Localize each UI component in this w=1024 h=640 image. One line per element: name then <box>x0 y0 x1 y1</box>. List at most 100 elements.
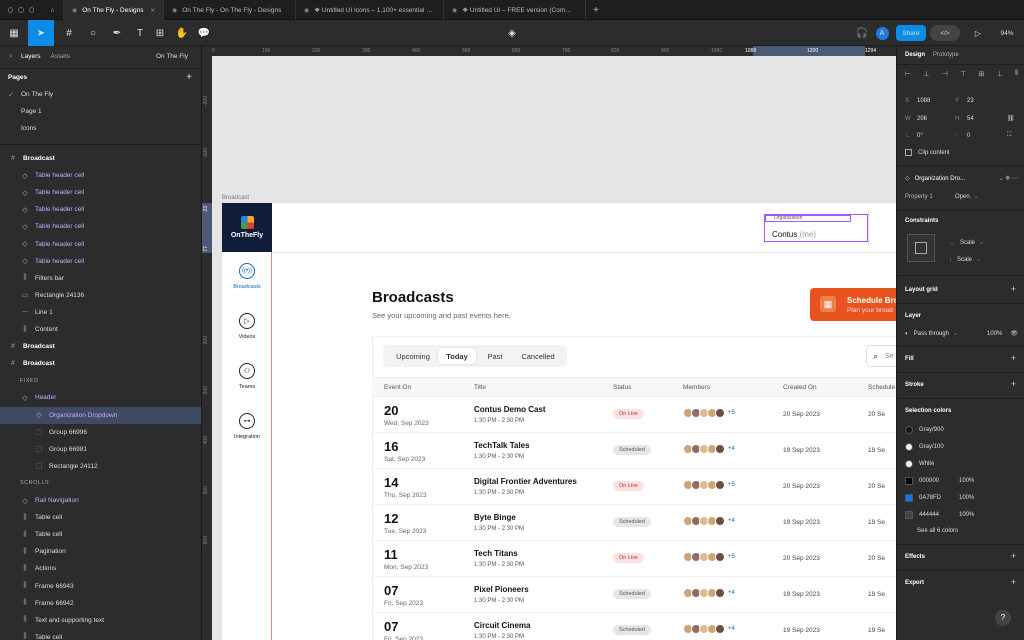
clip-content-checkbox[interactable] <box>905 149 912 156</box>
table-row[interactable]: 12 Tue, Sep 2023 Byte Binge 1:30 PM - 2:30 … <box>372 505 896 541</box>
members-avatars[interactable]: +4 <box>683 624 735 634</box>
nav-item-teams[interactable]: ⚇ Teams <box>222 363 272 390</box>
component-actions[interactable]: ⌄ ✥ ⋯ <box>999 175 1018 182</box>
members-avatars[interactable]: +5 <box>683 408 735 418</box>
filter-tab-upcoming[interactable]: Upcoming <box>388 348 438 364</box>
layer-item[interactable]: ◇ Table header cell <box>0 167 201 184</box>
layer-item[interactable]: ◇ Header <box>0 389 201 406</box>
layer-item[interactable]: ◇ Table header cell <box>0 253 201 270</box>
file-name[interactable]: On The Fly <box>156 53 188 60</box>
selection-color[interactable]: Gray/100 <box>905 443 1018 451</box>
assets-tab[interactable]: Assets <box>51 53 71 60</box>
layer-item[interactable]: # Broadcast <box>0 150 201 167</box>
share-button[interactable]: Share <box>896 25 926 41</box>
add-effect-icon[interactable]: + <box>1011 551 1016 561</box>
layer-item[interactable]: ◇ Table header cell <box>0 201 201 218</box>
height-field[interactable]: 54 <box>967 116 1007 122</box>
event-title[interactable]: Contus Demo Cast <box>474 405 546 414</box>
column-header[interactable]: Event On <box>384 384 411 391</box>
selection-color[interactable]: White <box>905 460 1018 468</box>
frame-label[interactable]: Broadcast <box>222 195 249 201</box>
add-export-icon[interactable]: + <box>1011 577 1016 587</box>
layer-item[interactable]: ⫼ Frame 66943 <box>0 578 201 595</box>
layer-item[interactable]: ─ Line 1 <box>0 304 201 321</box>
new-tab-button[interactable]: + <box>586 0 606 20</box>
property-select[interactable]: Open <box>955 194 970 200</box>
schedule-broadcast-button[interactable]: ▦ Schedule Bro Plan your broad <box>810 288 896 321</box>
nav-item-integration[interactable]: ⊶ Integration <box>222 413 272 440</box>
color-swatch[interactable] <box>905 443 913 451</box>
home-icon[interactable]: ⌂ <box>42 0 64 20</box>
layer-item[interactable]: ⫼ Pagination <box>0 543 201 560</box>
selection-color[interactable]: 0A78FD 100% <box>905 494 1018 502</box>
component-tool-icon[interactable]: ◈ <box>504 20 520 46</box>
table-row[interactable]: 16 Sat, Sep 2023 TechTalk Tales 1:30 PM - 2… <box>372 433 896 469</box>
column-header[interactable]: Members <box>683 384 710 391</box>
corner-icon[interactable]: ⛶ <box>1007 132 1011 139</box>
table-row[interactable]: 20 Wed, Sep 2023 Contus Demo Cast 1:30 PM -… <box>372 397 896 433</box>
layer-item[interactable]: ◇ Organization Dropdown <box>0 406 201 424</box>
layer-item[interactable]: # Broadcast <box>0 338 201 355</box>
members-avatars[interactable]: +4 <box>683 588 735 598</box>
rotation-field[interactable]: 0° <box>917 133 955 139</box>
search-input[interactable]: ⌕ Se <box>866 345 896 367</box>
hand-tool-icon[interactable]: ✋ <box>174 20 190 46</box>
width-field[interactable]: 206 <box>917 116 955 122</box>
layer-item[interactable]: ⫼ Table cell <box>0 509 201 526</box>
resources-icon[interactable]: ⊞ <box>152 20 168 46</box>
component-name[interactable]: Organization Dro... <box>915 176 965 182</box>
layer-item[interactable]: ◇ Rail Navigation <box>0 492 201 509</box>
layer-item[interactable]: ◇ Table header cell <box>0 236 201 253</box>
headphones-icon[interactable]: 🎧 <box>854 20 870 46</box>
members-avatars[interactable]: +4 <box>683 444 735 454</box>
color-swatch[interactable] <box>905 460 913 468</box>
add-fill-icon[interactable]: + <box>1011 353 1016 363</box>
event-title[interactable]: Tech Titans <box>474 549 518 558</box>
table-row[interactable]: 07 Fri, Sep 2023 Circuit Cinema 1:30 PM - 2… <box>372 613 896 640</box>
color-swatch[interactable] <box>905 477 913 485</box>
layer-item[interactable]: ⫼ Text and supporting text <box>0 612 201 629</box>
layer-item[interactable]: ◇ Table header cell <box>0 218 201 235</box>
layer-item[interactable]: ⫼ Content <box>0 321 201 338</box>
column-header[interactable]: Schedule <box>868 384 895 391</box>
page-item[interactable]: ✓ On The Fly <box>0 86 201 103</box>
prototype-tab[interactable]: Prototype <box>933 52 959 58</box>
constraints-widget[interactable] <box>907 234 935 262</box>
browser-tab[interactable]: ◉ ❖ Untitled UI Icons – 1,100+ essential … <box>296 0 444 20</box>
layer-item[interactable]: ⫼ Frame 66942 <box>0 595 201 612</box>
color-swatch[interactable] <box>905 494 913 502</box>
column-header[interactable]: Created On <box>783 384 817 391</box>
event-title[interactable]: TechTalk Tales <box>474 441 530 450</box>
design-tab[interactable]: Design <box>905 52 925 58</box>
layer-item[interactable]: ⫼ Table cell <box>0 526 201 543</box>
add-stroke-icon[interactable]: + <box>1011 379 1016 389</box>
browser-tab[interactable]: ◉ On The Fly - Designs × <box>64 0 164 20</box>
layer-item[interactable]: ▭ Rectangle 24136 <box>0 287 201 304</box>
browser-tab[interactable]: ◉ ❖ Untitled UI – FREE version (Community… <box>444 0 586 20</box>
event-title[interactable]: Byte Binge <box>474 513 516 522</box>
dev-mode-toggle[interactable]: </> <box>930 25 960 41</box>
members-avatars[interactable]: +4 <box>683 516 735 526</box>
table-row[interactable]: 11 Mon, Sep 2023 Tech Titans 1:30 PM - 2:30… <box>372 541 896 577</box>
column-header[interactable]: Title <box>474 384 486 391</box>
design-canvas[interactable]: Broadcast OnTheFly ((•)) Broadcasts ▷ Video… <box>212 56 896 640</box>
selection-color[interactable]: 444444 100% <box>905 511 1018 519</box>
layer-item[interactable]: ⫼ Table cell <box>0 629 201 640</box>
vertical-constraint[interactable]: Scale <box>957 257 972 263</box>
nav-item-videos[interactable]: ▷ Videos <box>222 313 272 340</box>
layer-item[interactable]: ◇ Table header cell <box>0 184 201 201</box>
filter-tab-past[interactable]: Past <box>478 348 512 364</box>
zoom-level[interactable]: 94% <box>994 20 1020 46</box>
layer-item[interactable]: # Broadcast <box>0 355 201 372</box>
comment-tool-icon[interactable]: 💬 <box>196 20 212 46</box>
add-page-icon[interactable]: + <box>186 72 192 83</box>
broadcast-frame[interactable]: OnTheFly ((•)) Broadcasts ▷ Videos ⚇ Teams ⊶ In… <box>222 203 896 640</box>
main-menu-icon[interactable]: ▦ <box>2 20 26 46</box>
filter-tab-today[interactable]: Today <box>438 348 476 364</box>
layer-item[interactable]: ⬚ Group 66981 <box>0 441 201 458</box>
event-title[interactable]: Digital Frontier Adventures <box>474 477 577 486</box>
organization-dropdown[interactable]: Organization Contus (me) <box>764 214 868 242</box>
horizontal-constraint[interactable]: Scale <box>960 240 975 246</box>
event-title[interactable]: Circuit Cinema <box>474 621 530 630</box>
color-swatch[interactable] <box>905 426 913 434</box>
